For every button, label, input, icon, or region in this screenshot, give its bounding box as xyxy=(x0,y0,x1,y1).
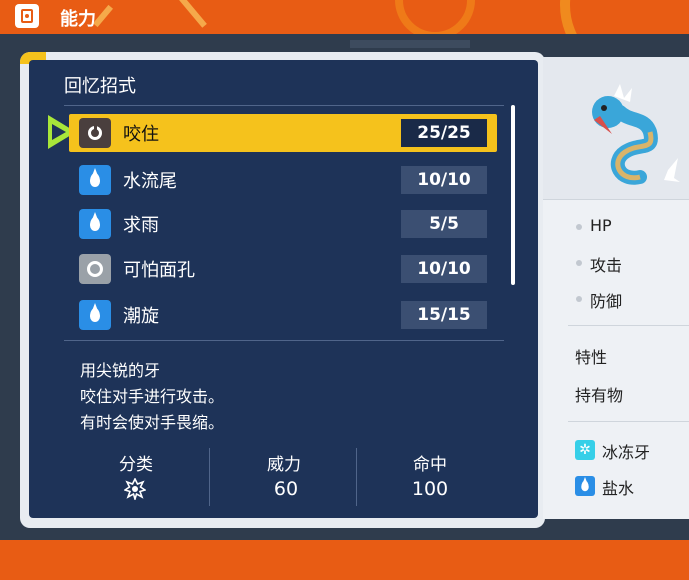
move-name: 可怕面孔 xyxy=(123,260,195,281)
water-type-icon xyxy=(79,165,111,195)
bottom-bar xyxy=(0,540,689,580)
decorative-circle xyxy=(560,0,689,34)
physical-category-icon xyxy=(124,478,146,500)
move-row-2[interactable]: 水流尾 10/10 xyxy=(69,161,497,199)
ice-type-icon: ✲ xyxy=(575,440,595,460)
divider xyxy=(356,448,357,506)
divider xyxy=(543,199,689,200)
move-pp: 10/10 xyxy=(401,166,487,194)
move-pp: 15/15 xyxy=(401,301,487,329)
held-item-label: 持有物 xyxy=(575,386,624,405)
water-type-icon xyxy=(79,300,111,330)
water-type-icon xyxy=(575,476,595,496)
move-description-line: 用尖锐的牙 xyxy=(80,361,161,380)
divider xyxy=(64,105,504,106)
move-pp: 25/25 xyxy=(401,119,487,147)
move-pp: 5/5 xyxy=(401,210,487,238)
move-row-5[interactable]: 潮旋 15/15 xyxy=(69,296,497,334)
move-name: 水流尾 xyxy=(123,171,177,192)
dark-type-icon xyxy=(79,118,111,148)
move-name: 求雨 xyxy=(123,215,159,236)
move-name: 潮旋 xyxy=(123,306,159,327)
move-name: 咬住 xyxy=(123,124,159,145)
move-description-line: 有时会使对手畏缩。 xyxy=(80,413,225,432)
bullet xyxy=(576,296,582,302)
normal-type-icon xyxy=(79,254,111,284)
move-row-1[interactable]: 咬住 25/25 xyxy=(69,114,497,152)
divider xyxy=(64,340,504,341)
power-label: 威力 xyxy=(267,455,301,475)
page-title: 能力 xyxy=(60,9,96,30)
selection-cursor-inner xyxy=(52,124,66,140)
bullet xyxy=(576,260,582,266)
background-decoration xyxy=(350,40,470,48)
divider xyxy=(209,448,210,506)
defense-label: 防御 xyxy=(590,292,623,311)
water-type-icon xyxy=(79,209,111,239)
known-move-name: 冰冻牙 xyxy=(602,443,651,462)
category-label: 分类 xyxy=(119,455,153,475)
accuracy-value: 100 xyxy=(411,478,449,500)
move-pp: 10/10 xyxy=(401,255,487,283)
summary-icon xyxy=(15,4,39,28)
divider xyxy=(568,325,689,326)
move-description-line: 咬住对手进行攻击。 xyxy=(80,387,225,406)
move-row-3[interactable]: 求雨 5/5 xyxy=(69,205,497,243)
pokemon-sprite-icon xyxy=(592,84,680,185)
panel-title: 回忆招式 xyxy=(64,76,136,97)
power-value: 60 xyxy=(273,478,299,500)
decorative-circle xyxy=(395,0,475,34)
move-row-4[interactable]: 可怕面孔 10/10 xyxy=(69,250,497,288)
divider xyxy=(568,421,689,422)
known-move-name: 盐水 xyxy=(602,479,635,498)
bullet xyxy=(576,224,582,230)
attack-label: 攻击 xyxy=(590,256,623,275)
top-bar: 能力 xyxy=(0,0,689,34)
scrollbar[interactable] xyxy=(511,105,515,285)
accuracy-label: 命中 xyxy=(413,455,447,475)
hp-label: HP xyxy=(590,216,612,235)
ability-label: 特性 xyxy=(575,348,608,367)
decorative-stripe xyxy=(179,0,207,28)
